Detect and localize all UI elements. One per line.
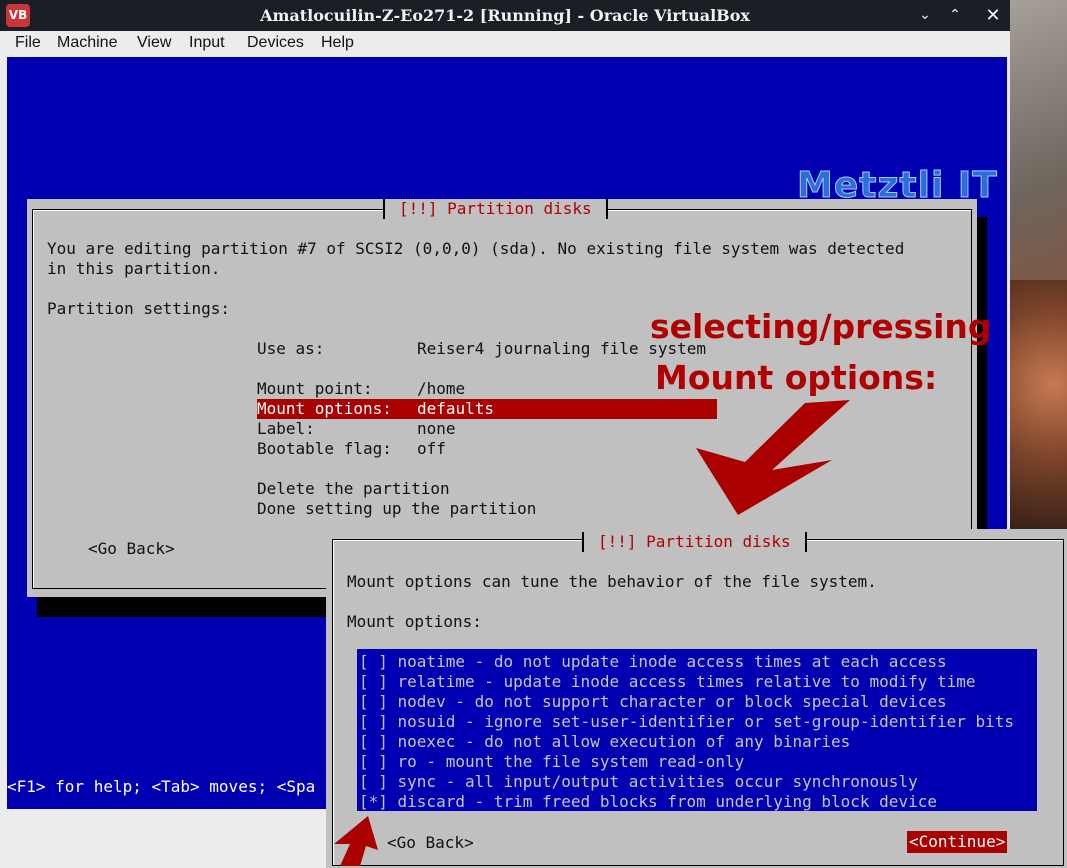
annotation-arrows xyxy=(334,400,850,866)
annotation-line1: selecting/pressing xyxy=(650,307,992,346)
annotation-line2: Mount options: xyxy=(655,358,938,397)
small-arrow-icon xyxy=(334,816,378,866)
big-arrow-icon xyxy=(696,400,850,515)
